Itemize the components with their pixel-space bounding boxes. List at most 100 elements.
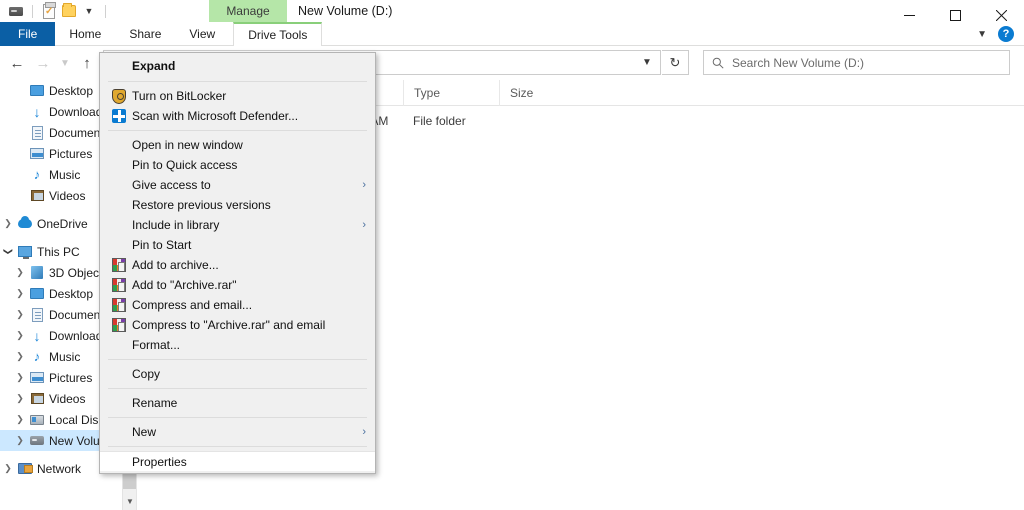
- chevron-right-icon[interactable]: ❯: [12, 393, 28, 404]
- chevron-right-icon[interactable]: ❯: [0, 463, 16, 474]
- tab-view[interactable]: View: [175, 22, 229, 46]
- search-placeholder: Search New Volume (D:): [732, 56, 864, 70]
- chevron-right-icon[interactable]: ❯: [12, 267, 28, 278]
- documents-icon: [28, 126, 46, 140]
- ribbon-right-controls: ▼ ?: [972, 22, 1020, 46]
- chevron-right-icon[interactable]: ❯: [0, 218, 16, 229]
- defender-icon: [108, 109, 130, 123]
- menu-separator: [108, 81, 367, 82]
- menu-item-restore-previous-versions[interactable]: Restore previous versions: [100, 195, 375, 215]
- tab-file[interactable]: File: [0, 22, 55, 46]
- winrar-icon: [108, 258, 130, 272]
- menu-item-pin-to-quick-access[interactable]: Pin to Quick access: [100, 155, 375, 175]
- new-folder-icon[interactable]: [59, 1, 79, 21]
- sidebar-item-label: This PC: [34, 245, 80, 259]
- menu-item-add-to-archive-rar[interactable]: Add to "Archive.rar": [100, 275, 375, 295]
- chevron-right-icon[interactable]: ❯: [12, 288, 28, 299]
- ribbon-tabs: File Home Share View Drive Tools: [0, 22, 322, 46]
- menu-item-label: Copy: [130, 367, 160, 381]
- up-icon[interactable]: ↑: [74, 50, 100, 76]
- forward-icon: →: [30, 50, 56, 76]
- menu-item-label: Include in library: [130, 218, 219, 232]
- menu-item-include-in-library[interactable]: Include in library ›: [100, 215, 375, 235]
- sidebar-item-label: OneDrive: [34, 217, 88, 231]
- menu-separator: [108, 388, 367, 389]
- menu-item-label: New: [130, 425, 156, 439]
- menu-item-turn-on-bitlocker[interactable]: Turn on BitLocker: [100, 86, 375, 106]
- customize-caret-icon[interactable]: ▼: [79, 1, 99, 21]
- help-icon[interactable]: ?: [998, 26, 1014, 42]
- menu-item-expand[interactable]: Expand: [100, 55, 375, 77]
- videos-icon: [28, 393, 46, 404]
- menu-item-label: Turn on BitLocker: [130, 89, 226, 103]
- chevron-right-icon[interactable]: ❯: [12, 414, 28, 425]
- recent-locations-icon[interactable]: ▼: [56, 50, 74, 76]
- chevron-right-icon[interactable]: ❯: [12, 351, 28, 362]
- menu-item-open-in-new-window[interactable]: Open in new window: [100, 135, 375, 155]
- chevron-right-icon[interactable]: ❯: [12, 372, 28, 383]
- local-disk-icon: [28, 415, 46, 425]
- this-pc-icon: [16, 246, 34, 257]
- pictures-icon: [28, 148, 46, 159]
- refresh-icon[interactable]: ↻: [662, 50, 689, 75]
- winrar-icon: [108, 278, 130, 292]
- column-header-size[interactable]: Size: [499, 80, 574, 106]
- tab-home[interactable]: Home: [55, 22, 115, 46]
- menu-item-copy[interactable]: Copy: [100, 364, 375, 384]
- menu-item-compress-to-archive-rar-and-email[interactable]: Compress to "Archive.rar" and email: [100, 315, 375, 335]
- menu-item-add-to-archive[interactable]: Add to archive...: [100, 255, 375, 275]
- menu-item-give-access-to[interactable]: Give access to›: [100, 175, 375, 195]
- menu-item-compress-and-email[interactable]: Compress and email...: [100, 295, 375, 315]
- tab-view-label: View: [189, 27, 215, 41]
- chevron-down-icon[interactable]: ❯: [3, 244, 14, 260]
- chevron-right-icon[interactable]: ❯: [12, 309, 28, 320]
- collapse-ribbon-icon[interactable]: ▼: [972, 27, 992, 42]
- menu-item-label: Add to archive...: [130, 258, 219, 272]
- bitlocker-icon: [108, 89, 130, 104]
- properties-icon[interactable]: [39, 1, 59, 21]
- documents-icon: [28, 308, 46, 322]
- menu-item-rename[interactable]: Rename: [100, 393, 375, 413]
- sidebar-item-label: Desktop: [46, 287, 93, 301]
- navigation-buttons: ← → ▼ ↑: [4, 47, 100, 79]
- menu-item-format[interactable]: Format...: [100, 335, 375, 355]
- sidebar-item-label: Pictures: [46, 147, 92, 161]
- menu-item-pin-to-start[interactable]: Pin to Start: [100, 235, 375, 255]
- tab-share[interactable]: Share: [115, 22, 175, 46]
- column-header-size-label: Size: [510, 86, 533, 100]
- chevron-right-icon: ›: [362, 179, 366, 191]
- pictures-icon: [28, 372, 46, 383]
- menu-item-label: Format...: [130, 338, 180, 352]
- sidebar-item-label: Videos: [46, 189, 85, 203]
- drive-icon: [28, 436, 46, 445]
- onedrive-icon: [16, 219, 34, 228]
- sidebar-item-label: Pictures: [46, 371, 92, 385]
- title-bar: ▼ Manage New Volume (D:): [0, 0, 1024, 22]
- ribbon-tab-bar: File Home Share View Drive Tools ▼ ?: [0, 22, 1024, 46]
- winrar-icon: [108, 318, 130, 332]
- sidebar-item-label: Music: [46, 168, 80, 182]
- column-header-type[interactable]: Type: [403, 80, 499, 106]
- scroll-down-icon[interactable]: ▼: [123, 493, 137, 510]
- chevron-right-icon: ›: [362, 219, 366, 231]
- network-icon: [16, 463, 34, 474]
- menu-item-label: Pin to Start: [130, 238, 191, 252]
- search-input[interactable]: Search New Volume (D:): [703, 50, 1010, 75]
- menu-item-scan-with-microsoft-defender[interactable]: Scan with Microsoft Defender...: [100, 106, 375, 126]
- contextual-tab-manage[interactable]: Manage: [209, 0, 287, 22]
- drive-icon[interactable]: [6, 1, 26, 21]
- menu-item-label: Compress and email...: [130, 298, 252, 312]
- menu-item-new[interactable]: New›: [100, 422, 375, 442]
- desktop-icon: [28, 85, 46, 96]
- chevron-right-icon[interactable]: ❯: [12, 435, 28, 446]
- menu-item-label: Scan with Microsoft Defender...: [130, 109, 298, 123]
- address-dropdown-icon[interactable]: ▼: [634, 51, 660, 74]
- qat-divider-1: [32, 5, 33, 18]
- tab-drive-tools[interactable]: Drive Tools: [233, 22, 322, 46]
- menu-item-properties[interactable]: Properties: [100, 451, 375, 471]
- menu-separator: [108, 130, 367, 131]
- back-icon[interactable]: ←: [4, 50, 30, 76]
- menu-item-label: Pin to Quick access: [130, 158, 237, 172]
- search-icon: [712, 57, 724, 69]
- chevron-right-icon[interactable]: ❯: [12, 330, 28, 341]
